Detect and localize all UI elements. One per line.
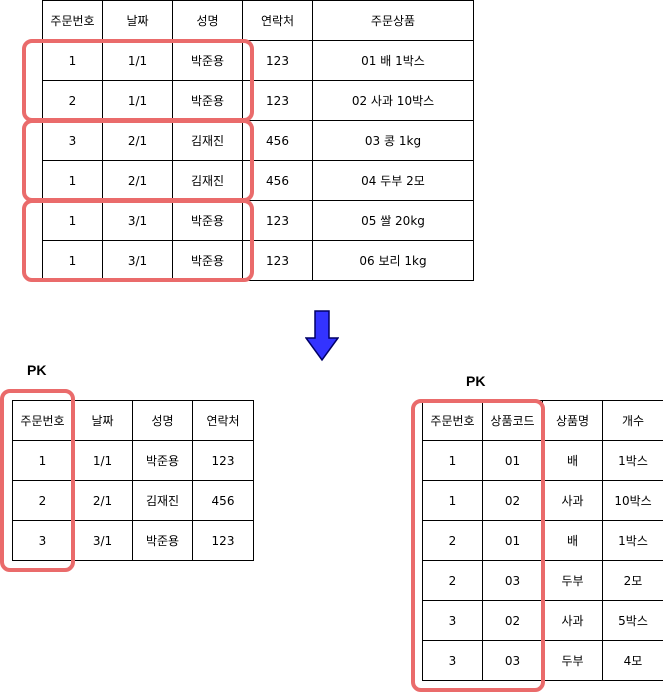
row-group-highlight-3 (22, 199, 254, 282)
table-cell: 박준용 (132, 520, 193, 561)
table-cell: 박준용 (132, 440, 193, 481)
table-cell: 두부 (542, 640, 603, 681)
table-cell: 배 (542, 440, 603, 481)
header-cell: 주문상품 (312, 0, 474, 41)
table-cell: 02 사과 10박스 (312, 80, 474, 121)
header-cell: 날짜 (102, 0, 173, 41)
table-cell: 01 배 1박스 (312, 40, 474, 81)
table-cell: 2모 (602, 560, 663, 601)
table-cell: 04 두부 2모 (312, 160, 474, 201)
pk-highlight-right (411, 399, 545, 692)
table-cell: 4모 (602, 640, 663, 681)
header-cell: 개수 (602, 400, 663, 441)
table-cell: 1박스 (602, 440, 663, 481)
table-cell: 123 (192, 440, 254, 481)
pk-label-left: PK (27, 362, 47, 378)
table-cell: 사과 (542, 600, 603, 641)
header-cell: 상품명 (542, 400, 603, 441)
table-cell: 1박스 (602, 520, 663, 561)
pk-label-right: PK (466, 373, 486, 389)
table-cell: 두부 (542, 560, 603, 601)
header-cell: 연락처 (192, 400, 254, 441)
pk-highlight-left (0, 389, 75, 572)
table-cell: 123 (192, 520, 254, 561)
table-cell: 06 보리 1kg (312, 240, 474, 281)
table-cell: 10박스 (602, 480, 663, 521)
header-row: 주문번호 날짜 성명 연락처 주문상품 (42, 0, 474, 41)
header-cell: 주문번호 (42, 0, 103, 41)
header-cell: 성명 (132, 400, 193, 441)
table-cell: 김재진 (132, 480, 193, 521)
table-cell: 456 (192, 480, 254, 521)
header-cell: 연락처 (242, 0, 313, 41)
table-cell: 사과 (542, 480, 603, 521)
row-group-highlight-2 (22, 119, 254, 202)
table-cell: 5박스 (602, 600, 663, 641)
row-group-highlight-1 (22, 39, 254, 122)
table-cell: 1/1 (72, 440, 133, 481)
table-cell: 03 콩 1kg (312, 120, 474, 161)
down-arrow-icon (305, 310, 339, 362)
table-cell: 3/1 (72, 520, 133, 561)
table-cell: 배 (542, 520, 603, 561)
table-cell: 2/1 (72, 480, 133, 521)
header-cell: 날짜 (72, 400, 133, 441)
table-cell: 05 쌀 20kg (312, 200, 474, 241)
header-cell: 성명 (172, 0, 243, 41)
